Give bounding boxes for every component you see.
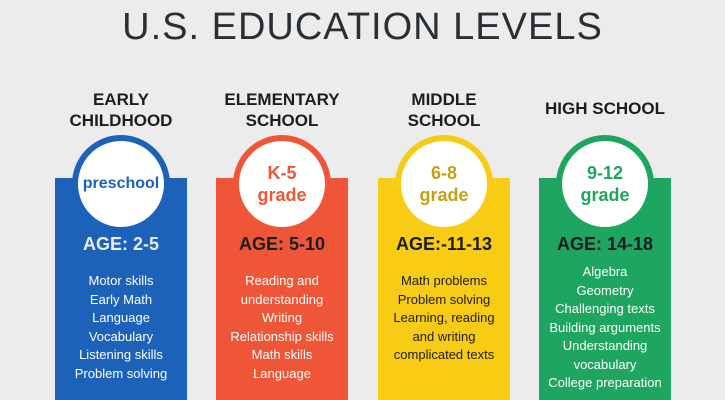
level-column-elementary-school: ELEMENTARY SCHOOL K-5 grade AGE: 5-10 Reading… (216, 0, 348, 400)
skill-item: Understanding (562, 338, 648, 353)
grade-badge: 6-8 grade (395, 135, 493, 233)
skill-item: Math problems (401, 273, 487, 288)
level-heading-line: HIGH SCHOOL (545, 99, 665, 118)
level-heading-line: SCHOOL (245, 111, 319, 130)
skill-item: and writing (412, 328, 476, 344)
grade-badge: preschool (72, 135, 170, 233)
skill-item: Language (92, 310, 150, 325)
skill-item: Listening skills (79, 347, 163, 362)
skills-list: Motor skills Early Math Language Vocabulary… (35, 272, 207, 383)
level-heading-line: CHILDHOOD (69, 111, 173, 130)
grade-badge-text: 6-8 (430, 163, 457, 183)
grade-badge-text: grade (419, 185, 469, 205)
skill-item: Writing (261, 310, 303, 325)
level-heading: ELEMENTARY SCHOOL (191, 89, 373, 131)
skills-list: Math problems Problem solving Learning, re… (358, 272, 530, 365)
skill-item: College preparation (548, 375, 662, 390)
level-column-high-school: HIGH SCHOOL 9-12 grade AGE: 14-18 Algebra Geo… (539, 0, 671, 400)
skill-item: Early Math (89, 291, 153, 307)
grade-badge-text: grade (257, 185, 307, 205)
level-heading: MIDDLE SCHOOL (353, 89, 535, 131)
grade-badge-text: 9-12 (586, 163, 624, 183)
skill-item: Building arguments (549, 319, 661, 335)
skill-item: Reading and (245, 273, 319, 288)
skill-item: Geometry (576, 282, 634, 298)
skill-item: Learning, reading (393, 310, 495, 325)
grade-badge-text: grade (580, 185, 630, 205)
level-heading-line: SCHOOL (407, 111, 481, 130)
level-column-early-childhood: EARLY CHILDHOOD preschool AGE: 2-5 Motor ski… (55, 0, 187, 400)
age-range: AGE: 2-5 (82, 234, 160, 254)
skill-item: Language (253, 365, 311, 381)
level-heading: EARLY CHILDHOOD (30, 89, 212, 131)
level-heading-line: ELEMENTARY (224, 90, 340, 109)
skill-item: Relationship skills (230, 328, 334, 344)
skill-item: complicated texts (393, 347, 495, 362)
skill-item: understanding (240, 291, 324, 307)
skill-item: Problem solving (74, 365, 168, 381)
skill-item: Algebra (582, 264, 628, 279)
age-range: AGE:-11-13 (395, 234, 493, 254)
skill-item: Vocabulary (88, 328, 154, 344)
age-range: AGE: 14-18 (556, 234, 654, 254)
grade-badge: K-5 grade (233, 135, 331, 233)
age-range: AGE: 5-10 (238, 234, 326, 254)
skill-item: Problem solving (397, 291, 491, 307)
skills-list: Algebra Geometry Challenging texts Building… (519, 263, 691, 393)
skill-item: Challenging texts (555, 301, 655, 316)
level-heading-line: EARLY (92, 90, 150, 109)
skills-list: Reading and understanding Writing Relations… (196, 272, 368, 383)
level-heading-line: MIDDLE (411, 90, 477, 109)
grade-badge: 9-12 grade (556, 135, 654, 233)
grade-badge-text: preschool (82, 175, 160, 192)
skill-item: vocabulary (573, 356, 637, 372)
skill-item: Math skills (251, 347, 313, 362)
skill-item: Motor skills (88, 273, 154, 288)
level-heading: HIGH SCHOOL (514, 98, 696, 119)
grade-badge-text: K-5 (267, 163, 297, 183)
level-column-middle-school: MIDDLE SCHOOL 6-8 grade AGE:-11-13 Math probl… (378, 0, 510, 400)
